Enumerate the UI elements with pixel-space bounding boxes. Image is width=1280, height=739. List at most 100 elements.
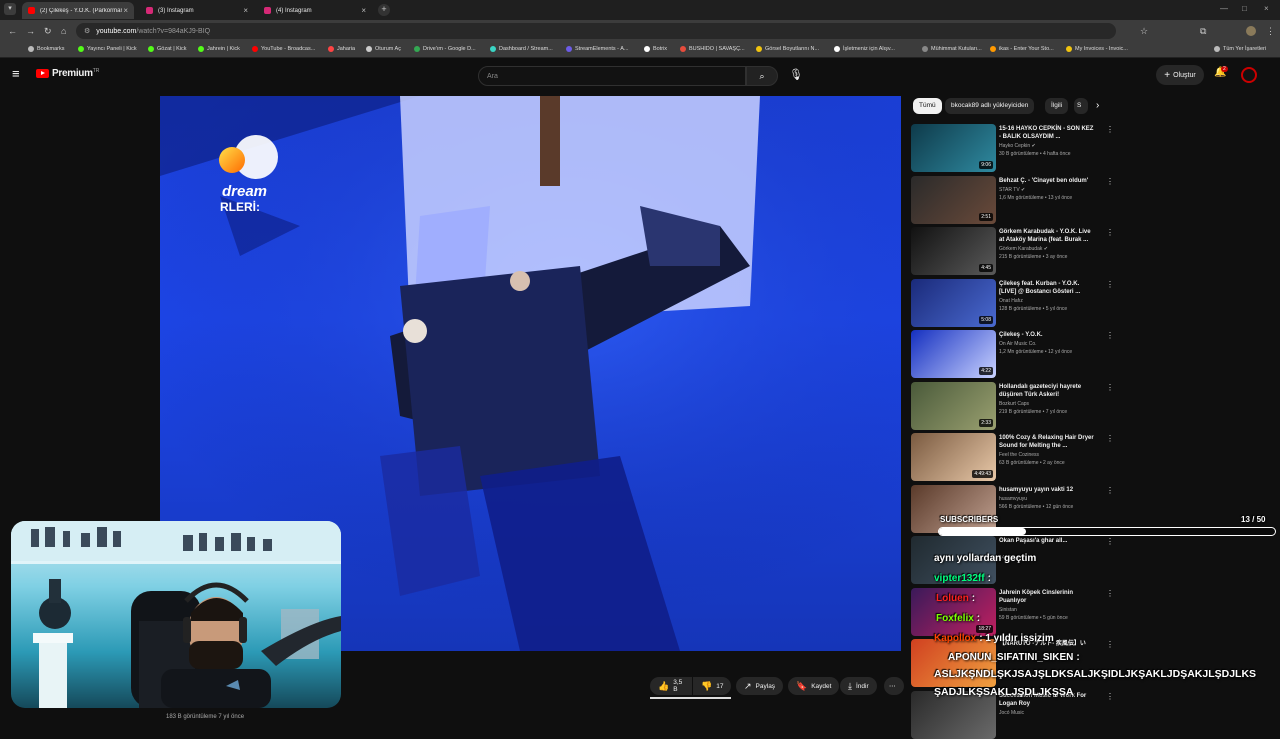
channel-name[interactable]: Sinistan bbox=[999, 607, 1017, 613]
hamburger-menu-icon[interactable]: ≡ bbox=[12, 66, 20, 81]
channel-name[interactable]: Görkem Karabudak ✔ bbox=[999, 246, 1048, 252]
bookmark-item[interactable]: Tüm Yer İşaretleri bbox=[1214, 46, 1266, 52]
video-title[interactable]: 100% Cozy & Relaxing Hair Dryer Sound fo… bbox=[999, 434, 1097, 450]
bookmark-item[interactable]: Dashboard / Stream... bbox=[490, 46, 553, 52]
recommendation-item[interactable]: 2:33 Hollandalı gazeteciyi hayrete düşüre… bbox=[911, 381, 1121, 430]
video-title[interactable]: Çilekeş - Y.O.K. bbox=[999, 331, 1097, 339]
address-bar[interactable]: ⚙ youtube.com/watch?v=984aKJ9-BIQ bbox=[76, 23, 1116, 39]
chip-all[interactable]: Tümü bbox=[913, 98, 942, 114]
recommendation-item[interactable]: 5:08 Çilekeş feat. Kurban - Y.O.K. [LIVE]… bbox=[911, 278, 1121, 327]
close-tab-icon[interactable]: × bbox=[243, 6, 248, 15]
channel-name[interactable]: Jocó Music bbox=[999, 710, 1024, 716]
video-thumbnail[interactable]: 5:08 bbox=[911, 278, 996, 327]
bookmark-item[interactable]: İşletmeniz için Alışv... bbox=[834, 46, 895, 52]
more-options-icon[interactable]: ⋮ bbox=[1106, 537, 1114, 546]
more-options-icon[interactable]: ⋮ bbox=[1106, 280, 1114, 289]
bookmark-item[interactable]: BUSHIDO | SAVAŞÇ... bbox=[680, 46, 745, 52]
channel-name[interactable]: Onat Hafız bbox=[999, 298, 1023, 304]
bookmark-item[interactable]: Oturum Aç bbox=[366, 46, 401, 52]
more-options-icon[interactable]: ⋮ bbox=[1106, 177, 1114, 186]
close-tab-icon[interactable]: × bbox=[361, 6, 366, 15]
chip-related[interactable]: İlgili bbox=[1045, 98, 1069, 114]
bookmark-item[interactable]: Bookmarks bbox=[28, 46, 65, 52]
forward-icon[interactable]: → bbox=[26, 26, 35, 36]
video-title[interactable]: Jahrein Köpek Cinslerinin Puanlıyor bbox=[999, 589, 1097, 605]
bookmark-item[interactable]: Gözat | Kick bbox=[148, 46, 187, 52]
more-actions-button[interactable]: ⋯ bbox=[884, 677, 904, 695]
home-icon[interactable]: ⌂ bbox=[61, 26, 66, 36]
maximize-icon[interactable]: □ bbox=[1242, 4, 1247, 13]
more-options-icon[interactable]: ⋮ bbox=[1106, 125, 1114, 134]
video-title[interactable]: Görkem Karabudak - Y.O.K. Live at Ataköy… bbox=[999, 228, 1097, 244]
download-button[interactable]: ⤓ İndir bbox=[840, 677, 877, 695]
voice-search-icon[interactable]: 🎙 bbox=[789, 68, 803, 81]
video-thumbnail[interactable]: 2:51 bbox=[911, 175, 996, 224]
save-button[interactable]: 🔖 Kaydet bbox=[788, 677, 840, 695]
more-options-icon[interactable]: ⋮ bbox=[1106, 434, 1114, 443]
channel-name[interactable]: STAR TV ✔ bbox=[999, 187, 1025, 193]
tab-menu-icon[interactable]: ▾ bbox=[4, 3, 16, 15]
bookmark-item[interactable]: ikas - Enter Your Sto... bbox=[990, 46, 1054, 52]
more-options-icon[interactable]: ⋮ bbox=[1106, 486, 1114, 495]
video-thumbnail[interactable]: 4:22 bbox=[911, 330, 996, 378]
share-button[interactable]: ↗ Paylaş bbox=[736, 677, 784, 695]
new-tab-icon[interactable]: + bbox=[378, 4, 390, 16]
recommendation-item[interactable]: 4:22 Çilekeş - Y.O.K. On Air Music Co. 1,2 … bbox=[911, 330, 1121, 378]
youtube-logo[interactable]: Premium TR bbox=[36, 68, 99, 79]
video-thumbnail[interactable]: 2:33 bbox=[911, 381, 996, 430]
reload-icon[interactable]: ↻ bbox=[44, 26, 52, 37]
tab-instagram-1[interactable]: (3) Instagram × bbox=[140, 2, 254, 19]
channel-name[interactable]: Bozkurt Caps bbox=[999, 401, 1029, 407]
more-options-icon[interactable]: ⋮ bbox=[1106, 383, 1114, 392]
recommendation-item[interactable]: 4:49:43 100% Cozy & Relaxing Hair Dryer S… bbox=[911, 433, 1121, 481]
like-button[interactable]: 👍 3,5 B bbox=[650, 677, 692, 695]
bookmark-item[interactable]: Jahrein | Kick bbox=[198, 46, 240, 52]
extensions-icon[interactable]: ⧉ bbox=[1200, 26, 1206, 37]
bookmark-star-icon[interactable]: ☆ bbox=[1140, 26, 1148, 37]
video-thumbnail[interactable]: 4:45 bbox=[911, 227, 996, 275]
back-icon[interactable]: ← bbox=[8, 26, 17, 36]
video-thumbnail[interactable]: 9:06 bbox=[911, 124, 996, 172]
more-options-icon[interactable]: ⋮ bbox=[1106, 228, 1114, 237]
more-options-icon[interactable]: ⋮ bbox=[1106, 589, 1114, 598]
chevron-right-icon[interactable]: › bbox=[1096, 100, 1099, 111]
channel-name[interactable]: On Air Music Co. bbox=[999, 341, 1037, 347]
more-options-icon[interactable]: ⋮ bbox=[1106, 640, 1114, 649]
video-title[interactable]: 15-16 HAYKO CEPKİN - SON KEZ - BALIK OLS… bbox=[999, 125, 1097, 141]
site-info-icon[interactable]: ⚙ bbox=[84, 27, 90, 35]
video-thumbnail[interactable]: 4:49:43 bbox=[911, 433, 996, 481]
bookmark-item[interactable]: My Invoices - Invoic... bbox=[1066, 46, 1128, 52]
close-tab-icon[interactable]: × bbox=[123, 6, 128, 15]
recommendation-item[interactable]: 9:06 15-16 HAYKO CEPKİN - SON KEZ - BALIK… bbox=[911, 124, 1121, 172]
video-title[interactable]: Behzat Ç. - 'Cinayet ben oldum' bbox=[999, 177, 1097, 185]
tab-youtube[interactable]: (2) Çilekeş - Y.O.K. (Parkorman) × bbox=[22, 2, 134, 19]
profile-icon[interactable] bbox=[1246, 26, 1256, 36]
bookmark-item[interactable]: Görsel Boyutlarını N... bbox=[756, 46, 819, 52]
bookmark-item[interactable]: Drive'ım - Google D... bbox=[414, 46, 476, 52]
channel-name[interactable]: Hayko Cepkin ✔ bbox=[999, 143, 1036, 149]
bookmark-item[interactable]: Botrix bbox=[644, 46, 667, 52]
search-input[interactable]: Ara bbox=[478, 66, 746, 86]
channel-name[interactable]: Feel the Coziness bbox=[999, 452, 1039, 458]
video-title[interactable]: husamyuyu yayın vakti 12 bbox=[999, 486, 1097, 494]
tab-instagram-2[interactable]: (4) Instagram × bbox=[258, 2, 372, 19]
recommendation-item[interactable]: 4:45 Görkem Karabudak - Y.O.K. Live at At… bbox=[911, 227, 1121, 275]
search-button[interactable]: ⌕ bbox=[746, 66, 778, 86]
dislike-button[interactable]: 👎 17 bbox=[693, 677, 731, 695]
close-window-icon[interactable]: × bbox=[1264, 4, 1269, 13]
recommendation-item[interactable]: husamyuyu yayın vakti 12 husamvyuyu 566 B … bbox=[911, 484, 1121, 533]
avatar[interactable] bbox=[1241, 67, 1257, 83]
bookmark-item[interactable]: Jaharia bbox=[328, 46, 355, 52]
create-button[interactable]: + Oluştur bbox=[1156, 65, 1204, 85]
chip-more[interactable]: S bbox=[1074, 98, 1088, 114]
video-thumbnail[interactable] bbox=[911, 484, 996, 533]
recommendation-item[interactable]: 2:51 Behzat Ç. - 'Cinayet ben oldum' STAR … bbox=[911, 175, 1121, 224]
more-options-icon[interactable]: ⋮ bbox=[1106, 692, 1114, 701]
more-options-icon[interactable]: ⋮ bbox=[1106, 331, 1114, 340]
channel-name[interactable]: husamvyuyu bbox=[999, 496, 1027, 502]
video-title[interactable]: Okan Paşası'a ghar all... bbox=[999, 537, 1097, 545]
video-title[interactable]: Hollandalı gazeteciyi hayrete düşüren Tü… bbox=[999, 383, 1097, 399]
bookmark-item[interactable]: StreamElements - A... bbox=[566, 46, 629, 52]
bookmark-item[interactable]: YouTube - Broadcas... bbox=[252, 46, 315, 52]
chip-from-uploader[interactable]: bkocak89 adlı yükleyiciden bbox=[945, 98, 1035, 114]
